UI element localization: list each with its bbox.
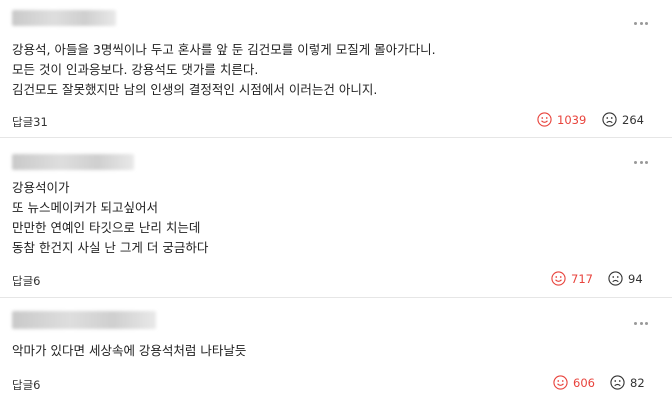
sad-face-icon <box>602 112 617 127</box>
comment-item: 강용석, 아들을 3명씩이나 두고 혼사를 앞 둔 김건모를 이렇게 모질게 몰… <box>0 0 672 137</box>
dislike-button[interactable]: 82 <box>610 375 645 390</box>
author-name-blurred[interactable] <box>12 154 134 170</box>
comment-line: 악마가 있다면 세상속에 강용석처럼 나타날듯 <box>12 343 247 358</box>
sad-face-icon <box>608 271 623 286</box>
dislike-count: 264 <box>622 112 644 127</box>
comment-line: 강용석, 아들을 3명씩이나 두고 혼사를 앞 둔 김건모를 이렇게 모질게 몰… <box>12 42 436 57</box>
comment-line: 동참 한건지 사실 난 그게 더 궁금하다 <box>12 240 209 255</box>
reply-label: 답글 <box>12 378 34 392</box>
more-options-icon[interactable] <box>634 22 648 26</box>
reply-button[interactable]: 답글6 <box>12 273 41 289</box>
dislike-count: 94 <box>628 271 643 286</box>
reply-count: 6 <box>33 274 41 288</box>
like-count: 717 <box>571 271 593 286</box>
comment-line: 강용석이가 <box>12 180 70 195</box>
like-count: 1039 <box>557 112 587 127</box>
comment-body: 강용석이가 또 뉴스메이커가 되고싶어서 만만한 연예인 타깃으로 난리 치는데… <box>12 178 208 258</box>
comment-body: 강용석, 아들을 3명씩이나 두고 혼사를 앞 둔 김건모를 이렇게 모질게 몰… <box>12 40 436 100</box>
more-options-icon[interactable] <box>634 161 648 165</box>
comment-line: 또 뉴스메이커가 되고싶어서 <box>12 200 158 215</box>
dislike-button[interactable]: 94 <box>608 271 643 286</box>
dislike-button[interactable]: 264 <box>602 112 644 127</box>
dislike-count: 82 <box>630 375 645 390</box>
sad-face-icon <box>610 375 625 390</box>
reply-button[interactable]: 답글31 <box>12 114 48 130</box>
like-button[interactable]: 1039 <box>537 112 586 127</box>
comment-item: 강용석이가 또 뉴스메이커가 되고싶어서 만만한 연예인 타깃으로 난리 치는데… <box>0 137 672 297</box>
reply-label: 답글 <box>12 115 34 129</box>
smile-face-icon <box>553 375 568 390</box>
comment-line: 모든 것이 인과응보다. 강용석도 댓가를 치른다. <box>12 62 259 77</box>
smile-face-icon <box>537 112 552 127</box>
author-name-blurred[interactable] <box>12 311 156 329</box>
comment-line: 만만한 연예인 타깃으로 난리 치는데 <box>12 220 201 235</box>
comment-item: 악마가 있다면 세상속에 강용석처럼 나타날듯 답글6 606 82 <box>0 297 672 403</box>
reply-count: 6 <box>33 378 41 392</box>
reply-label: 답글 <box>12 274 34 288</box>
like-count: 606 <box>573 375 595 390</box>
comment-line: 김건모도 잘못했지만 남의 인생의 결정적인 시점에서 이러는건 아니지. <box>12 82 378 97</box>
like-button[interactable]: 606 <box>553 375 595 390</box>
reply-count: 31 <box>33 115 48 129</box>
reply-button[interactable]: 답글6 <box>12 377 41 393</box>
author-name-blurred[interactable] <box>12 10 116 26</box>
more-options-icon[interactable] <box>634 322 648 326</box>
comment-body: 악마가 있다면 세상속에 강용석처럼 나타날듯 <box>12 341 246 361</box>
smile-face-icon <box>551 271 566 286</box>
like-button[interactable]: 717 <box>551 271 593 286</box>
